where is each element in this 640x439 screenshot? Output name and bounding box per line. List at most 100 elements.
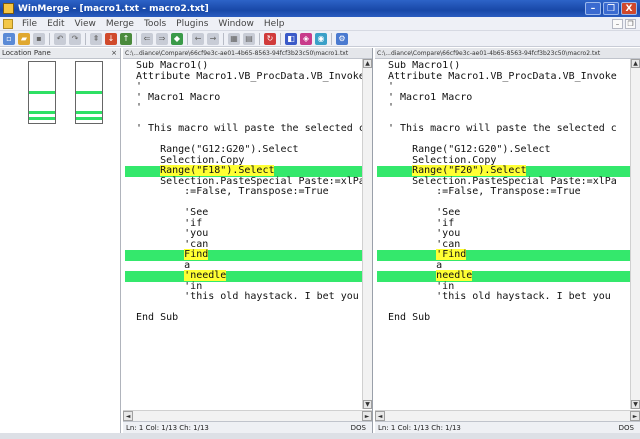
code-line[interactable]: End Sub <box>125 312 362 324</box>
scroll-left-icon[interactable]: ◄ <box>375 411 385 421</box>
scroll-up-icon[interactable]: ▲ <box>631 59 640 68</box>
code-text: 'See <box>136 207 209 218</box>
compare-icon[interactable]: ▦ <box>228 32 240 45</box>
code-text: 'this old haystack. I bet you <box>388 291 611 302</box>
code-text: Attribute Macro1.VB_ProcData.VB_Invoke <box>136 70 362 82</box>
code-line[interactable]: ' <box>125 102 362 114</box>
scroll-down-icon[interactable]: ▼ <box>631 400 640 409</box>
diff-marker <box>76 117 102 120</box>
right-horizontal-scrollbar[interactable]: ◄ ► <box>375 410 640 421</box>
toolbar-separator <box>136 32 137 45</box>
code-line[interactable]: ' Macro1 Macro <box>377 91 630 104</box>
document-icon[interactable] <box>3 18 13 29</box>
window-title: WinMerge - [macro1.txt - macro2.txt] <box>18 3 209 14</box>
code-text: End Sub <box>388 312 431 323</box>
current-diff-icon[interactable]: ◆ <box>171 32 183 45</box>
right-code-view[interactable]: Sub Macro1() Attribute Macro1.VB_ProcData… <box>377 61 630 409</box>
code-line[interactable]: End Sub <box>377 312 630 324</box>
code-text: Sub Macro1() <box>136 61 209 71</box>
mdi-restore-button[interactable]: ❐ <box>625 18 636 29</box>
code-line[interactable]: Attribute Macro1.VB_ProcData.VB_Invoke <box>377 70 630 83</box>
copy-left-icon[interactable]: ← <box>192 32 204 45</box>
left-eol-type: DOS <box>350 423 366 432</box>
location-pane-close-icon[interactable]: × <box>111 49 117 57</box>
all-right-icon[interactable]: ⇒ <box>156 32 168 45</box>
refresh-icon[interactable]: ↻ <box>264 32 276 45</box>
code-line[interactable]: 'this old haystack. I bet you <box>377 291 630 303</box>
location-map-left[interactable] <box>28 61 56 124</box>
code-line[interactable]: :=False, Transpose:=True <box>125 186 362 198</box>
scroll-left-icon[interactable]: ◄ <box>123 411 133 421</box>
left-file-path: C:\...diance\Compare\66cf9e3c-ae01-4b65-… <box>123 48 372 59</box>
menu-window[interactable]: Window <box>213 19 259 29</box>
right-file-panel[interactable]: C:\...diance\Compare\66cf9e3c-ae01-4b65-… <box>375 48 640 433</box>
undo-icon[interactable]: ↶ <box>54 32 66 45</box>
menu-tools[interactable]: Tools <box>139 19 171 29</box>
redo-icon[interactable]: ↷ <box>69 32 81 45</box>
new-icon[interactable]: ▫ <box>3 32 15 45</box>
close-button[interactable]: X <box>621 2 637 15</box>
code-text: ' Macro1 Macro <box>136 91 221 103</box>
diff-highlight-text: Find <box>184 249 209 260</box>
code-line[interactable]: :=False, Transpose:=True <box>377 186 630 198</box>
location-map-right[interactable] <box>75 61 103 124</box>
scroll-right-icon[interactable]: ► <box>362 411 372 421</box>
code-text: Attribute Macro1.VB_ProcData.VB_Invoke <box>388 70 617 82</box>
directory-icon[interactable]: ▤ <box>243 32 255 45</box>
all-left-icon[interactable]: ⇐ <box>141 32 153 45</box>
winmerge-app-icon <box>3 3 14 14</box>
first-diff-icon[interactable]: ⇞ <box>90 32 102 45</box>
toolbar: ▫ ▰ ▪ ↶ ↷ ⇞ ↓ ↑ ⇐ ⇒ ◆ ← → ▦ ▤ ↻ ◧ ◈ ◉ ⚙ <box>0 31 640 47</box>
code-text: Range("G12:G20").Select <box>388 144 551 155</box>
code-line[interactable]: 'this old haystack. I bet you <box>125 291 362 303</box>
next-diff-icon[interactable]: ↓ <box>105 32 117 45</box>
code-line[interactable]: ' This macro will paste the selected c <box>377 123 630 135</box>
menu-merge[interactable]: Merge <box>101 19 139 29</box>
left-file-panel[interactable]: C:\...diance\Compare\66cf9e3c-ae01-4b65-… <box>123 48 373 433</box>
open-conflict-icon[interactable]: ◉ <box>315 32 327 45</box>
code-line[interactable]: ' Macro1 Macro <box>125 91 362 104</box>
filter-icon[interactable]: ◈ <box>300 32 312 45</box>
toolbar-separator <box>49 32 50 45</box>
menu-file[interactable]: File <box>17 19 42 29</box>
code-text: Range("G12:G20").Select <box>136 144 299 155</box>
view-icon[interactable]: ◧ <box>285 32 297 45</box>
title-bar: WinMerge - [macro1.txt - macro2.txt] – ❐… <box>0 0 640 17</box>
prev-diff-icon[interactable]: ↑ <box>120 32 132 45</box>
menu-help[interactable]: Help <box>259 19 290 29</box>
maximize-button[interactable]: ❐ <box>603 2 619 15</box>
open-folder-icon[interactable]: ▰ <box>18 32 30 45</box>
right-vertical-scrollbar[interactable]: ▲ ▼ <box>630 59 640 409</box>
menu-view[interactable]: View <box>70 19 101 29</box>
code-line[interactable]: ' This macro will paste the selected c <box>125 123 362 135</box>
diff-marker <box>76 91 102 94</box>
minimize-button[interactable]: – <box>585 2 601 15</box>
left-vertical-scrollbar[interactable]: ▲ ▼ <box>362 59 372 409</box>
code-text: ' Macro1 Macro <box>388 91 473 103</box>
menu-edit[interactable]: Edit <box>42 19 69 29</box>
code-text: ' This macro will paste the selected c <box>136 123 362 134</box>
diff-highlight-text: 'needle <box>184 270 227 281</box>
left-code-view[interactable]: Sub Macro1() Attribute Macro1.VB_ProcData… <box>125 61 362 409</box>
location-pane[interactable]: Location Pane × <box>0 48 121 433</box>
code-text: 'in <box>388 280 455 292</box>
mdi-minimize-button[interactable]: – <box>612 18 623 29</box>
code-text: Selection.Copy <box>136 154 245 166</box>
code-text: :=False, Transpose:=True <box>388 186 581 197</box>
diff-marker <box>29 117 55 120</box>
code-line[interactable]: Attribute Macro1.VB_ProcData.VB_Invoke <box>125 70 362 83</box>
scroll-up-icon[interactable]: ▲ <box>363 59 372 68</box>
menu-bar: File Edit View Merge Tools Plugins Windo… <box>0 17 640 31</box>
save-icon[interactable]: ▪ <box>33 32 45 45</box>
left-horizontal-scrollbar[interactable]: ◄ ► <box>123 410 372 421</box>
code-line[interactable]: ' <box>377 102 630 114</box>
copy-right-icon[interactable]: → <box>207 32 219 45</box>
menu-plugins[interactable]: Plugins <box>171 19 213 29</box>
options-icon[interactable]: ⚙ <box>336 32 348 45</box>
scroll-right-icon[interactable]: ► <box>630 411 640 421</box>
scroll-down-icon[interactable]: ▼ <box>363 400 372 409</box>
